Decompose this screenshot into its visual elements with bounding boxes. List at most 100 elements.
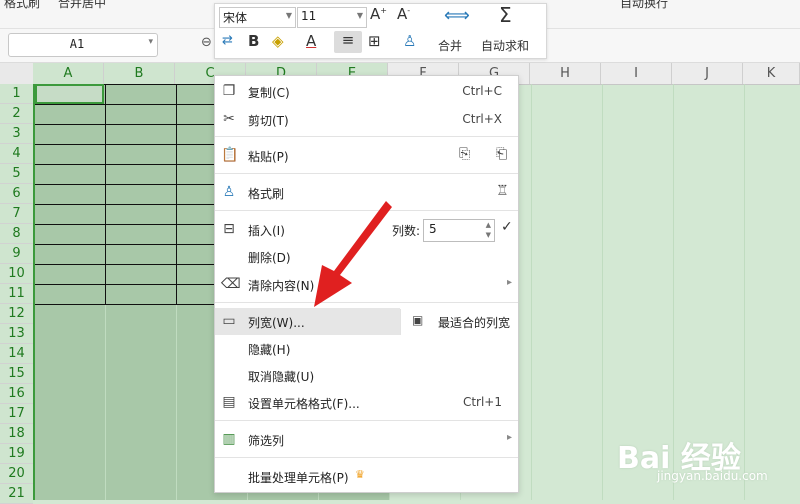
menu-label: 设置单元格格式(F)...: [248, 397, 360, 411]
menu-item-filter-col[interactable]: ▥ 筛选列 ▸: [215, 427, 518, 453]
font-size-select[interactable]: 11 ▼: [297, 7, 367, 28]
row-header[interactable]: 19: [0, 444, 33, 464]
row-header[interactable]: 20: [0, 464, 33, 484]
chevron-down-icon[interactable]: ▾: [148, 37, 153, 47]
menu-separator: [215, 173, 518, 174]
best-fit-icon: ▣: [412, 313, 424, 327]
zoom-icon[interactable]: ⊖: [201, 35, 212, 50]
column-header-j[interactable]: J: [672, 63, 743, 84]
paste-icon: 📋: [221, 147, 239, 163]
check-icon[interactable]: ✓: [501, 219, 513, 235]
row-header[interactable]: 4: [0, 144, 33, 164]
ribbon-item[interactable]: 格式刷: [4, 0, 40, 11]
row-header[interactable]: 21: [0, 484, 33, 504]
crown-icon: ♛: [355, 468, 365, 481]
border-icon[interactable]: ⊞: [368, 32, 381, 50]
font-color-icon[interactable]: A: [306, 32, 316, 50]
chevron-down-icon[interactable]: ▼: [286, 11, 292, 20]
name-box-value: A1: [69, 37, 85, 51]
shortcut-label: Ctrl+1: [462, 395, 502, 409]
row-header[interactable]: 3: [0, 124, 33, 144]
menu-item-batch[interactable]: 批量处理单元格(P) ♛: [215, 464, 518, 490]
table-border: [105, 84, 106, 304]
menu-item-cut[interactable]: ✂ 剪切(T) Ctrl+X: [215, 107, 518, 133]
format-painter-icon: ♙: [222, 184, 236, 200]
wrap-icon[interactable]: ⇄: [222, 33, 233, 48]
stepper-arrows-icon[interactable]: ▲ ▼: [486, 220, 491, 240]
column-header-h[interactable]: H: [530, 63, 601, 84]
row-header[interactable]: 13: [0, 324, 33, 344]
row-header[interactable]: 8: [0, 224, 33, 244]
filter-col-icon: ▥: [222, 431, 236, 447]
menu-label: 筛选列: [248, 434, 285, 448]
table-border: [176, 84, 177, 304]
menu-label: 列宽(W)...: [248, 316, 305, 330]
row-header[interactable]: 7: [0, 204, 33, 224]
row-header[interactable]: 15: [0, 364, 33, 384]
best-fit-label[interactable]: 最适合的列宽: [438, 314, 510, 331]
grid-line: [531, 84, 532, 500]
ribbon-item[interactable]: 自动换行: [620, 0, 668, 11]
row-header[interactable]: 1: [0, 84, 33, 104]
arrow-shape: [314, 201, 392, 307]
bold-icon[interactable]: B: [248, 32, 259, 50]
shortcut-label: Ctrl+X: [462, 112, 502, 126]
row-header[interactable]: 17: [0, 404, 33, 424]
name-box[interactable]: A1 ▾: [8, 33, 158, 57]
menu-item-hide[interactable]: 隐藏(H): [215, 336, 518, 362]
row-header[interactable]: 9: [0, 244, 33, 264]
merge-icon[interactable]: ⟺: [444, 5, 470, 26]
column-header-b[interactable]: B: [104, 63, 175, 84]
menu-label: 粘贴(P): [248, 150, 289, 164]
row-header[interactable]: 10: [0, 264, 33, 284]
column-header-a[interactable]: A: [33, 63, 104, 84]
column-header-k[interactable]: K: [743, 63, 800, 84]
font-name-select[interactable]: 宋体 ▼: [219, 7, 296, 28]
row-header[interactable]: 6: [0, 184, 33, 204]
align-center-icon[interactable]: ≡: [334, 31, 362, 53]
font-name-value: 宋体: [223, 11, 248, 25]
menu-label: 批量处理单元格(P): [248, 471, 349, 485]
row-header[interactable]: 2: [0, 104, 33, 124]
paste-values-icon[interactable]: ⎘: [459, 146, 470, 162]
menu-label: 删除(D): [248, 251, 291, 265]
row-header[interactable]: 16: [0, 384, 33, 404]
increase-font-icon[interactable]: A+: [370, 5, 387, 23]
watermark-url: jingyan.baidu.com: [657, 469, 768, 483]
row-header[interactable]: 18: [0, 424, 33, 444]
menu-item-paste[interactable]: 📋 粘贴(P) ⎘ ⎗: [215, 143, 518, 169]
row-header-column: 1 2 3 4 5 6 7 8 9 10 11 12 13 14 15 16 1…: [0, 84, 34, 504]
baidu-watermark: Bai 经验 jingyan.baidu.com: [617, 433, 797, 493]
ribbon-item[interactable]: 合并居中: [58, 0, 106, 11]
paste-special-icon[interactable]: ⎗: [496, 146, 507, 162]
grid-line: [602, 84, 603, 500]
menu-item-copy[interactable]: ❐ 复制(C) Ctrl+C: [215, 79, 518, 105]
format-cells-icon: ▤: [222, 394, 236, 410]
menu-label: 剪切(T): [248, 114, 289, 128]
menu-split-divider: [400, 309, 401, 335]
menu-label: 插入(I): [248, 224, 285, 238]
shortcut-label: Ctrl+C: [462, 84, 502, 98]
select-all-corner[interactable]: [0, 63, 34, 85]
active-cell-a1[interactable]: [35, 84, 104, 104]
menu-separator: [215, 457, 518, 458]
row-header[interactable]: 11: [0, 284, 33, 304]
menu-separator: [215, 136, 518, 137]
format-painter-icon[interactable]: ♙: [403, 32, 416, 50]
fill-color-icon[interactable]: ◈: [272, 32, 284, 50]
row-header[interactable]: 5: [0, 164, 33, 184]
copy-icon: ❐: [222, 83, 236, 99]
merge-label[interactable]: 合并: [438, 37, 462, 54]
col-count-stepper[interactable]: 5 ▲ ▼: [423, 219, 495, 242]
menu-item-format-cells[interactable]: ▤ 设置单元格格式(F)... Ctrl+1: [215, 390, 518, 416]
row-header[interactable]: 12: [0, 304, 33, 324]
column-header-i[interactable]: I: [601, 63, 672, 84]
chevron-down-icon[interactable]: ▼: [357, 11, 363, 20]
format-painter-lock-icon[interactable]: ♖: [496, 183, 509, 199]
menu-item-unhide[interactable]: 取消隐藏(U): [215, 363, 518, 389]
row-header[interactable]: 14: [0, 344, 33, 364]
autosum-label[interactable]: 自动求和: [481, 37, 529, 54]
decrease-font-icon[interactable]: A-: [397, 5, 410, 23]
menu-label: 取消隐藏(U): [248, 370, 315, 384]
autosum-icon[interactable]: Σ: [499, 3, 512, 27]
